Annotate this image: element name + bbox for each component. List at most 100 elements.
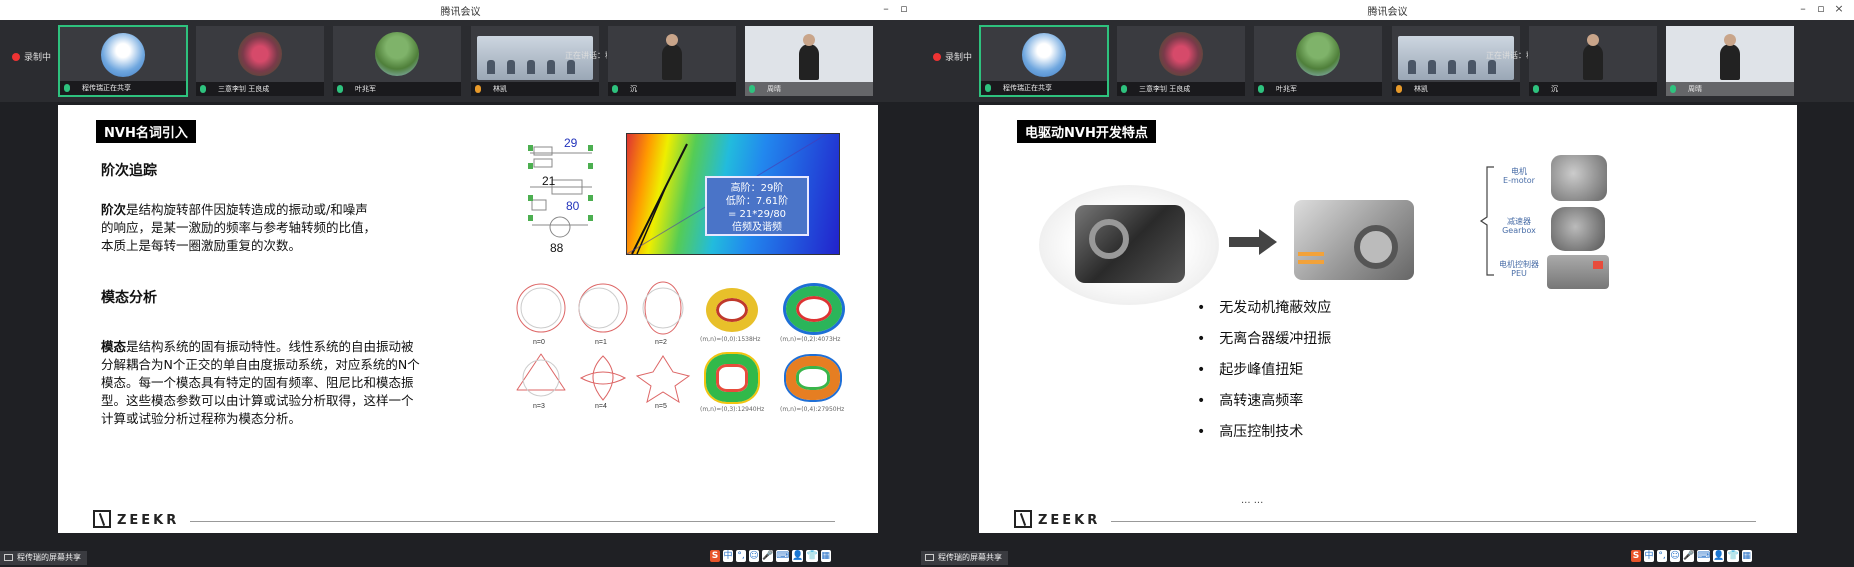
close-icon[interactable]: × [1832, 2, 1846, 15]
gear-label: 88 [550, 241, 564, 255]
mic-icon [1258, 85, 1264, 93]
participant-tile[interactable]: 三意李钊 王良成 [1116, 25, 1246, 97]
engine-photo [1039, 185, 1219, 305]
participant-tile[interactable]: 林凯 [470, 25, 600, 97]
keyboard-icon[interactable]: ⌨ [1697, 550, 1711, 562]
voice-icon[interactable]: 🎤 [762, 550, 774, 562]
video-feed [1720, 34, 1740, 80]
participant-tile[interactable]: 三意李钊 王良成 [195, 25, 325, 97]
list-item: 高压控制技术 [1197, 421, 1331, 441]
participant-strip: 录制中 程传瑞正在共享 三意李钊 王良成 叶兆军 林凯 正在讲话：程传瑞；林凯；… [921, 20, 1854, 102]
list-item: 起步峰值扭矩 [1197, 359, 1331, 379]
screenshot-root: 腾讯会议 – ▫ 录制中 程传瑞正在共享 三意李钊 王良成 叶兆军 林凯 正在讲… [0, 0, 1854, 567]
bottom-bar: 程传瑞的屏幕共享 S 中 °, ☺ 🎤 ⌨ 👤 👕 ▦ [921, 533, 1854, 567]
slide-title: NVH名词引入 [96, 120, 196, 143]
peu-photo [1547, 255, 1609, 289]
colormap-plot: 高阶：29阶 低阶：7.61阶 = 21*29/80 倍频及谐频 [626, 133, 840, 255]
participant-tile[interactable]: 周晴 [744, 25, 874, 97]
avatar [1022, 33, 1066, 77]
participant-tile[interactable]: 林凯 [1391, 25, 1521, 97]
gear-label: 80 [566, 199, 580, 213]
video-feed [799, 34, 819, 80]
emoji-icon[interactable]: ☺ [1670, 550, 1680, 562]
mode-caption: (m,n)=(0,4):27950Hz [780, 406, 845, 413]
section-heading: 模态分析 [101, 290, 157, 306]
emotor-photo [1551, 155, 1607, 201]
title-bar: 腾讯会议 – ▫ [0, 0, 921, 20]
skin-icon[interactable]: 👕 [806, 550, 818, 562]
participant-tile[interactable]: 程传瑞正在共享 [979, 25, 1109, 97]
screen-icon [925, 554, 934, 561]
fea-ring [706, 354, 758, 402]
participant-tile[interactable]: 沉 [1528, 25, 1658, 97]
text-line: 本质上是每转一圈激励重复的次数。 [101, 238, 302, 253]
mic-icon [200, 85, 206, 93]
participant-name: 三意李钊 王良成 [1139, 85, 1191, 93]
ime-mode-icon[interactable]: 中 [1644, 550, 1654, 562]
ime-toolbar[interactable]: S 中 °, ☺ 🎤 ⌨ 👤 👕 ▦ [710, 548, 831, 564]
feature-list: 无发动机掩蔽效应 无离合器缓冲扭振 起步峰值扭矩 高转速高频率 高压控制技术 [1197, 297, 1331, 452]
mode-label: n=2 [655, 339, 667, 346]
punctuation-icon[interactable]: °, [1657, 550, 1667, 562]
edrive-photo [1284, 180, 1434, 300]
component-label: 减速器 Gearbox [1494, 217, 1544, 235]
recording-indicator[interactable]: 录制中 [12, 50, 51, 63]
minimize-icon[interactable]: – [1796, 2, 1810, 15]
video-feed [1583, 34, 1603, 80]
recording-indicator[interactable]: 录制中 [933, 50, 972, 63]
participant-tile[interactable]: 叶兆军 [1253, 25, 1383, 97]
avatar [1296, 32, 1340, 76]
toolbox-icon[interactable]: ▦ [1741, 550, 1752, 562]
sogou-icon[interactable]: S [1631, 550, 1641, 562]
fea-ring [786, 286, 842, 332]
callout-line: 倍频及谐频 [732, 222, 782, 233]
maximize-icon[interactable]: ▫ [1814, 2, 1828, 15]
participant-tile[interactable]: 程传瑞正在共享 [58, 25, 188, 97]
recording-label: 录制中 [945, 53, 973, 63]
footer-divider [190, 521, 835, 522]
component-label-en: E-motor [1503, 176, 1535, 185]
window-title: 腾讯会议 [440, 7, 481, 18]
punctuation-icon[interactable]: °, [736, 550, 746, 562]
minimize-icon[interactable]: – [879, 2, 893, 15]
record-dot-icon [12, 53, 20, 61]
avatar [238, 32, 282, 76]
participant-tile[interactable]: 周晴 [1665, 25, 1795, 97]
shared-slide: 电驱动NVH开发特点 电机 E-motor 减速器 Gearbox 电机控制器 PEU… [979, 105, 1797, 533]
user-icon[interactable]: 👤 [792, 550, 804, 562]
toolbox-icon[interactable]: ▦ [820, 550, 831, 562]
participant-tile[interactable]: 叶兆军 [332, 25, 462, 97]
mic-icon [337, 85, 343, 93]
participant-tile[interactable]: 沉 [607, 25, 737, 97]
text-line: 模态。每一个模态具有特定的固有频率、阻尼比和模态振 [101, 375, 414, 390]
meeting-window-right: 腾讯会议 – ▫ × 录制中 程传瑞正在共享 三意李钊 王良成 叶兆军 林凯 正… [921, 0, 1854, 567]
footer-divider [1111, 521, 1756, 522]
text-line: 是结构旋转部件因旋转造成的振动或/和噪声 [126, 202, 368, 217]
skin-icon[interactable]: 👕 [1727, 550, 1739, 562]
keyboard-icon[interactable]: ⌨ [776, 550, 790, 562]
ime-toolbar[interactable]: S 中 °, ☺ 🎤 ⌨ 👤 👕 ▦ [1631, 548, 1752, 564]
voice-icon[interactable]: 🎤 [1683, 550, 1695, 562]
mode-caption: (m,n)=(0,3):12940Hz [700, 406, 765, 413]
maximize-icon[interactable]: ▫ [897, 2, 911, 15]
mic-icon [1533, 85, 1539, 93]
screen-share-label[interactable]: 程传瑞的屏幕共享 [0, 551, 87, 565]
section-heading: 阶次追踪 [101, 163, 157, 179]
slide-title: 电驱动NVH开发特点 [1017, 120, 1156, 143]
sogou-icon[interactable]: S [710, 550, 720, 562]
modal-analysis-text: 模态是结构系统的固有振动特性。线性系统的自由振动被 分解耦合为N个正交的单自由度… [101, 338, 501, 428]
gear-label: 29 [564, 136, 578, 150]
text-line: 分解耦合为N个正交的单自由度振动系统，对应系统的N个 [101, 357, 420, 372]
screen-share-label[interactable]: 程传瑞的屏幕共享 [921, 551, 1008, 565]
ime-mode-icon[interactable]: 中 [723, 550, 733, 562]
component-label: 电机控制器 PEU [1494, 260, 1544, 278]
fea-ring [786, 356, 840, 400]
title-bar: 腾讯会议 – ▫ × [921, 0, 1854, 20]
arrow-icon [1229, 229, 1277, 255]
mic-icon [1121, 85, 1127, 93]
mic-icon [1396, 85, 1402, 93]
text-line: 的响应，是某一激励的频率与参考轴转频的比值， [101, 220, 377, 235]
emoji-icon[interactable]: ☺ [749, 550, 759, 562]
mode-label: n=0 [533, 339, 545, 346]
user-icon[interactable]: 👤 [1713, 550, 1725, 562]
